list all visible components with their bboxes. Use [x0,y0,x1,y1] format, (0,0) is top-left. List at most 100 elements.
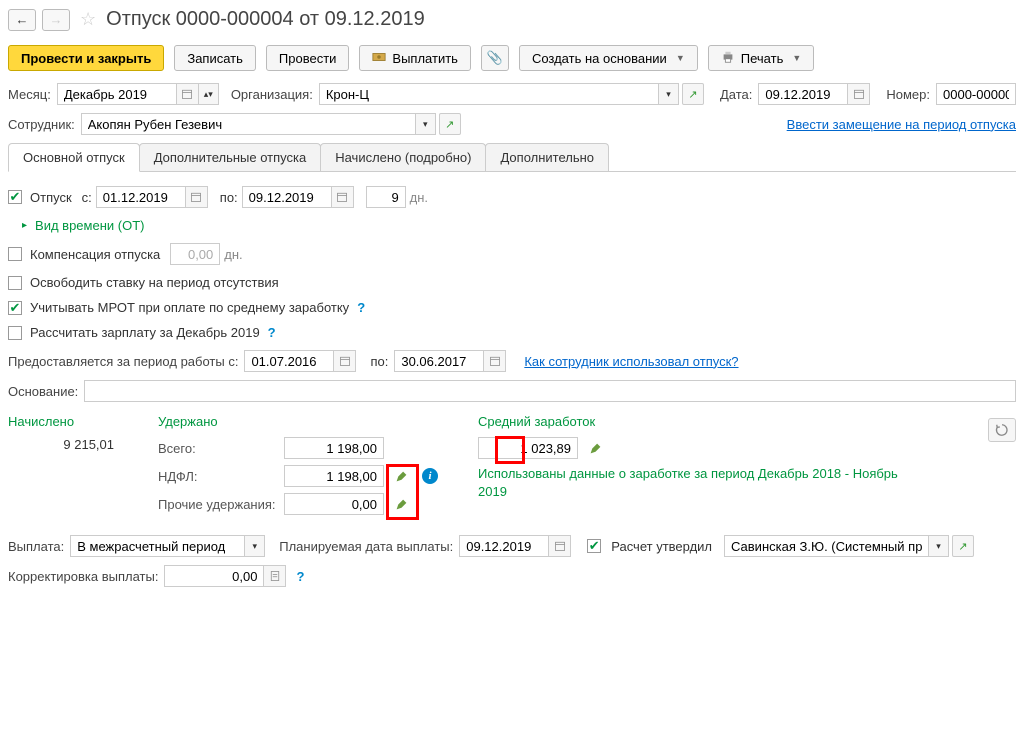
period-from-calendar-button[interactable] [334,350,356,372]
period-to-calendar-button[interactable] [484,350,506,372]
compensation-label: Компенсация отпуска [30,247,160,262]
ndfl-edit-button[interactable] [390,465,412,487]
month-input[interactable] [57,83,177,105]
vacation-from-calendar-button[interactable] [186,186,208,208]
approver-input[interactable] [724,535,929,557]
vacation-checkbox-label: Отпуск [30,190,72,205]
ndfl-label: НДФЛ: [158,469,278,484]
refresh-button[interactable] [988,418,1016,442]
number-input[interactable] [936,83,1016,105]
total-label: Всего: [158,441,278,456]
payment-dropdown-button[interactable]: ▾ [245,535,265,557]
calc-salary-help-icon[interactable]: ? [268,325,276,340]
payment-select[interactable] [70,535,245,557]
calc-salary-label: Рассчитать зарплату за Декабрь 2019 [30,325,260,340]
month-spin-button[interactable]: ▴▾ [199,83,219,105]
create-based-button[interactable]: Создать на основании ▼ [519,45,698,71]
correction-help-icon[interactable]: ? [296,569,304,584]
approved-label: Расчет утвердил [611,539,712,554]
compensation-unit-label: дн. [224,247,242,262]
correction-calc-button[interactable] [264,565,286,587]
chevron-right-icon[interactable]: ▸ [22,220,27,231]
free-rate-checkbox[interactable] [8,276,22,290]
avg-edit-button[interactable] [584,437,606,459]
page-title: Отпуск 0000-000004 от 09.12.2019 [106,8,425,31]
info-icon[interactable]: i [422,468,438,484]
pay-button[interactable]: Выплатить [359,45,471,71]
planned-date-label: Планируемая дата выплаты: [279,539,453,554]
basis-input[interactable] [84,380,1016,402]
date-calendar-button[interactable] [848,83,870,105]
post-button[interactable]: Провести [266,45,350,71]
employee-open-button[interactable]: ↗ [439,113,461,135]
print-button[interactable]: Печать ▼ [708,45,815,71]
payment-label: Выплата: [8,539,64,554]
attachments-button[interactable]: 📎 [481,45,509,71]
basis-label: Основание: [8,384,78,399]
approver-open-button[interactable]: ↗ [952,535,974,557]
print-label: Печать [741,51,784,66]
org-open-button[interactable]: ↗ [682,83,704,105]
calc-salary-checkbox[interactable] [8,326,22,340]
pay-label: Выплатить [392,51,458,66]
vacation-checkbox[interactable]: ✔ [8,190,22,204]
free-rate-label: Освободить ставку на период отсутствия [30,275,279,290]
back-button[interactable]: ← [8,9,36,31]
create-based-label: Создать на основании [532,51,667,66]
date-label: Дата: [720,87,752,102]
mrot-label: Учитывать МРОТ при оплате по среднему за… [30,300,349,315]
tab-additional-vacations[interactable]: Дополнительные отпуска [139,143,322,171]
other-edit-button[interactable] [390,493,412,515]
date-input[interactable] [758,83,848,105]
vacation-to-calendar-button[interactable] [332,186,354,208]
tab-additional[interactable]: Дополнительно [485,143,609,171]
org-label: Организация: [231,87,313,102]
org-input[interactable] [319,83,659,105]
org-dropdown-button[interactable]: ▾ [659,83,679,105]
employee-dropdown-button[interactable]: ▾ [416,113,436,135]
vacation-from-input[interactable] [96,186,186,208]
tab-main-vacation[interactable]: Основной отпуск [8,143,140,172]
chevron-down-icon: ▼ [792,53,801,63]
post-and-close-button[interactable]: Провести и закрыть [8,45,164,71]
approver-dropdown-button[interactable]: ▾ [929,535,949,557]
approved-checkbox[interactable]: ✔ [587,539,601,553]
avg-input[interactable] [478,437,578,459]
period-to-input[interactable] [394,350,484,372]
compensation-checkbox[interactable] [8,247,22,261]
avg-earnings-header: Средний заработок [478,414,898,429]
other-deductions-label: Прочие удержания: [158,497,278,512]
mrot-help-icon[interactable]: ? [357,300,365,315]
correction-input[interactable] [164,565,264,587]
vacation-usage-link[interactable]: Как сотрудник использовал отпуск? [524,354,738,369]
period-from-input[interactable] [244,350,334,372]
employee-input[interactable] [81,113,416,135]
compensation-input[interactable] [170,243,220,265]
number-label: Номер: [886,87,930,102]
from-label: с: [82,190,92,205]
mrot-checkbox[interactable]: ✔ [8,301,22,315]
other-input[interactable] [284,493,384,515]
total-input[interactable] [284,437,384,459]
deducted-header: Удержано [158,414,438,429]
save-button[interactable]: Записать [174,45,256,71]
days-input[interactable] [366,186,406,208]
ndfl-input[interactable] [284,465,384,487]
paperclip-icon: 📎 [487,50,503,66]
tab-accrued-detail[interactable]: Начислено (подробно) [320,143,486,171]
to-label: по: [220,190,238,205]
period-to-label: по: [370,354,388,369]
refresh-icon [995,423,1009,437]
planned-date-input[interactable] [459,535,549,557]
month-calendar-button[interactable] [177,83,199,105]
work-period-label: Предоставляется за период работы с: [8,354,238,369]
vacation-to-input[interactable] [242,186,332,208]
planned-date-calendar-button[interactable] [549,535,571,557]
time-type-link[interactable]: Вид времени (ОТ) [35,218,144,233]
money-icon [372,50,386,67]
accrued-value: 9 215,01 [8,437,118,452]
forward-button[interactable]: → [42,9,70,31]
substitution-link[interactable]: Ввести замещение на период отпуска [787,117,1016,132]
accrued-header: Начислено [8,414,118,429]
favorite-star-icon[interactable]: ☆ [80,9,96,30]
